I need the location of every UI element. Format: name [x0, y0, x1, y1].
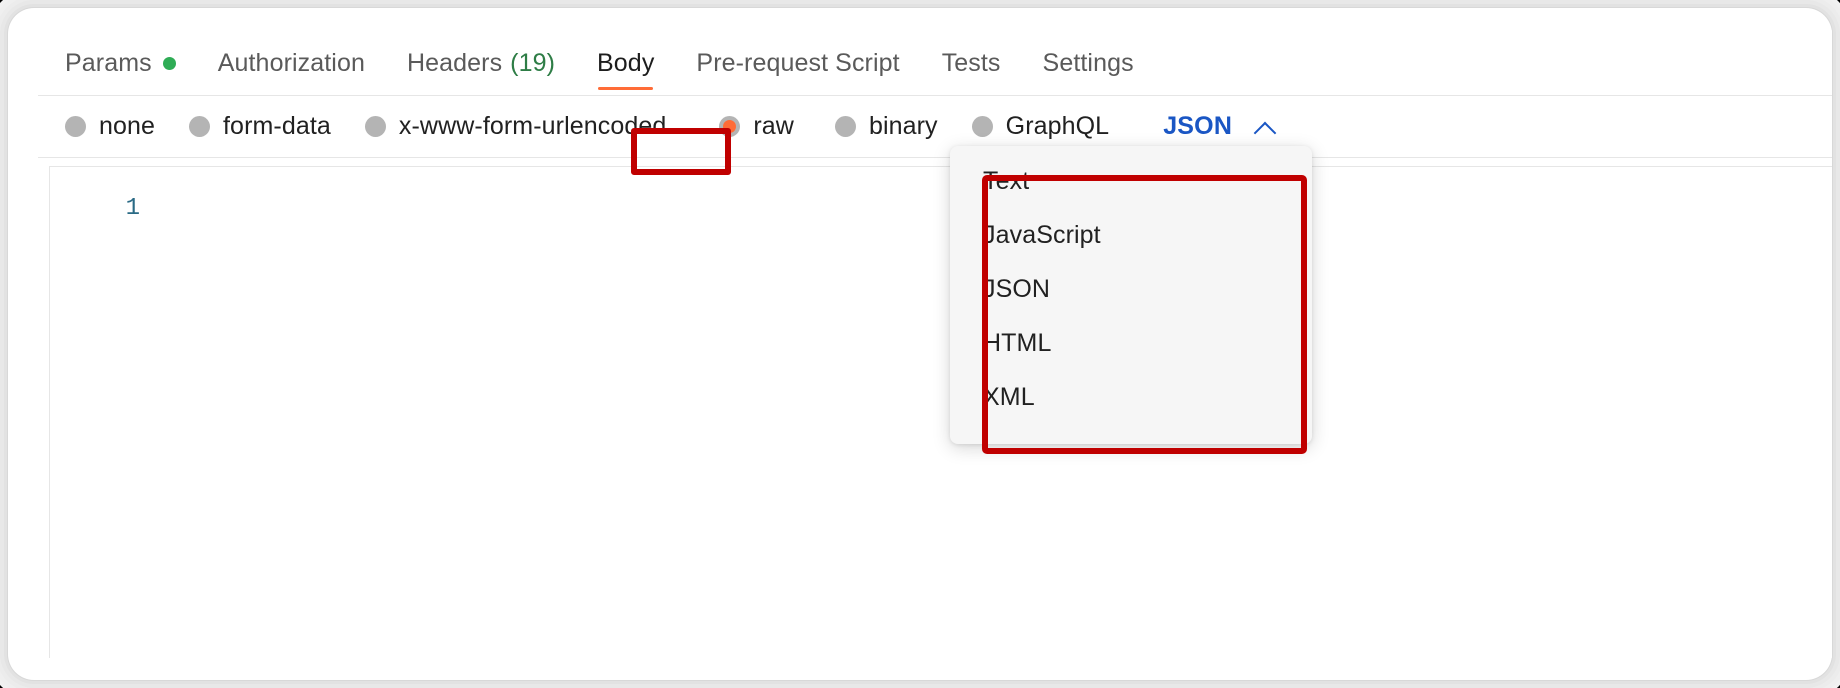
radio-icon [971, 116, 993, 137]
tab-body[interactable]: Body [597, 30, 654, 98]
body-type-option-raw[interactable]: raw [719, 112, 794, 141]
menu-item-xml[interactable]: XML [950, 370, 1312, 424]
radio-icon [189, 116, 211, 137]
radio-icon [65, 116, 86, 137]
menu-item-label: XML [983, 382, 1035, 411]
body-type-option-none[interactable]: none [65, 112, 155, 141]
tab-body-label: Body [597, 48, 655, 77]
tab-pre-request-script-label: Pre-request Script [696, 48, 900, 77]
tab-params[interactable]: Params [65, 30, 176, 98]
body-type-label: x-www-form-urlencoded [398, 112, 667, 140]
tab-headers-count: (19) [510, 48, 556, 77]
body-type-option-binary[interactable]: binary [834, 112, 938, 141]
raw-format-selected-label: JSON [1163, 112, 1233, 140]
tab-authorization[interactable]: Authorization [218, 30, 365, 98]
tab-authorization-label: Authorization [217, 48, 365, 77]
raw-body-editor[interactable]: 1 [49, 166, 1832, 658]
body-type-option-x-www-form-urlencoded[interactable]: x-www-form-urlencoded [364, 112, 667, 141]
tab-settings-label: Settings [1042, 48, 1134, 77]
raw-format-dropdown-menu: Text JavaScript JSON HTML XML [950, 146, 1312, 444]
menu-item-json[interactable]: JSON [950, 262, 1312, 316]
body-type-option-graphql[interactable]: GraphQL [971, 112, 1110, 141]
request-builder-panel: Params Authorization Headers (19) Body P… [38, 30, 1832, 658]
tab-params-label: Params [65, 48, 152, 77]
tab-tests-label: Tests [941, 48, 1001, 77]
body-type-label: none [99, 112, 156, 140]
body-type-selector-row: none form-data x-www-form-urlencoded raw… [38, 96, 1832, 158]
menu-item-label: JavaScript [983, 220, 1101, 249]
body-type-label: binary [868, 112, 938, 140]
body-type-raw-slot: raw [700, 112, 813, 141]
body-type-label: GraphQL [1005, 112, 1110, 140]
app-window-frame: Params Authorization Headers (19) Body P… [8, 8, 1832, 680]
tab-headers-label: Headers [406, 48, 503, 77]
menu-item-label: Text [983, 166, 1030, 195]
editor-gutter: 1 [50, 167, 158, 658]
radio-icon [364, 116, 386, 137]
params-status-dot [162, 56, 176, 70]
menu-item-label: HTML [983, 328, 1052, 357]
menu-item-html[interactable]: HTML [950, 316, 1312, 370]
tab-headers[interactable]: Headers (19) [407, 30, 555, 98]
body-type-option-form-data[interactable]: form-data [189, 112, 331, 141]
dropdown-panel: Text JavaScript JSON HTML XML [950, 146, 1312, 444]
editor-line-number: 1 [125, 195, 140, 222]
request-tab-bar: Params Authorization Headers (19) Body P… [38, 30, 1832, 96]
chevron-up-icon [1254, 120, 1276, 133]
radio-icon [834, 116, 856, 137]
menu-item-text[interactable]: Text [950, 154, 1312, 208]
menu-item-javascript[interactable]: JavaScript [950, 208, 1312, 262]
tab-settings[interactable]: Settings [1043, 30, 1134, 98]
tab-tests[interactable]: Tests [942, 30, 1001, 98]
menu-item-label: JSON [983, 274, 1051, 303]
body-type-label: raw [753, 112, 794, 140]
radio-selected-icon [719, 116, 741, 137]
raw-format-dropdown-trigger[interactable]: JSON [1163, 112, 1276, 141]
body-type-label: form-data [223, 112, 331, 140]
tab-pre-request-script[interactable]: Pre-request Script [696, 30, 899, 98]
active-tab-underline [598, 86, 654, 90]
